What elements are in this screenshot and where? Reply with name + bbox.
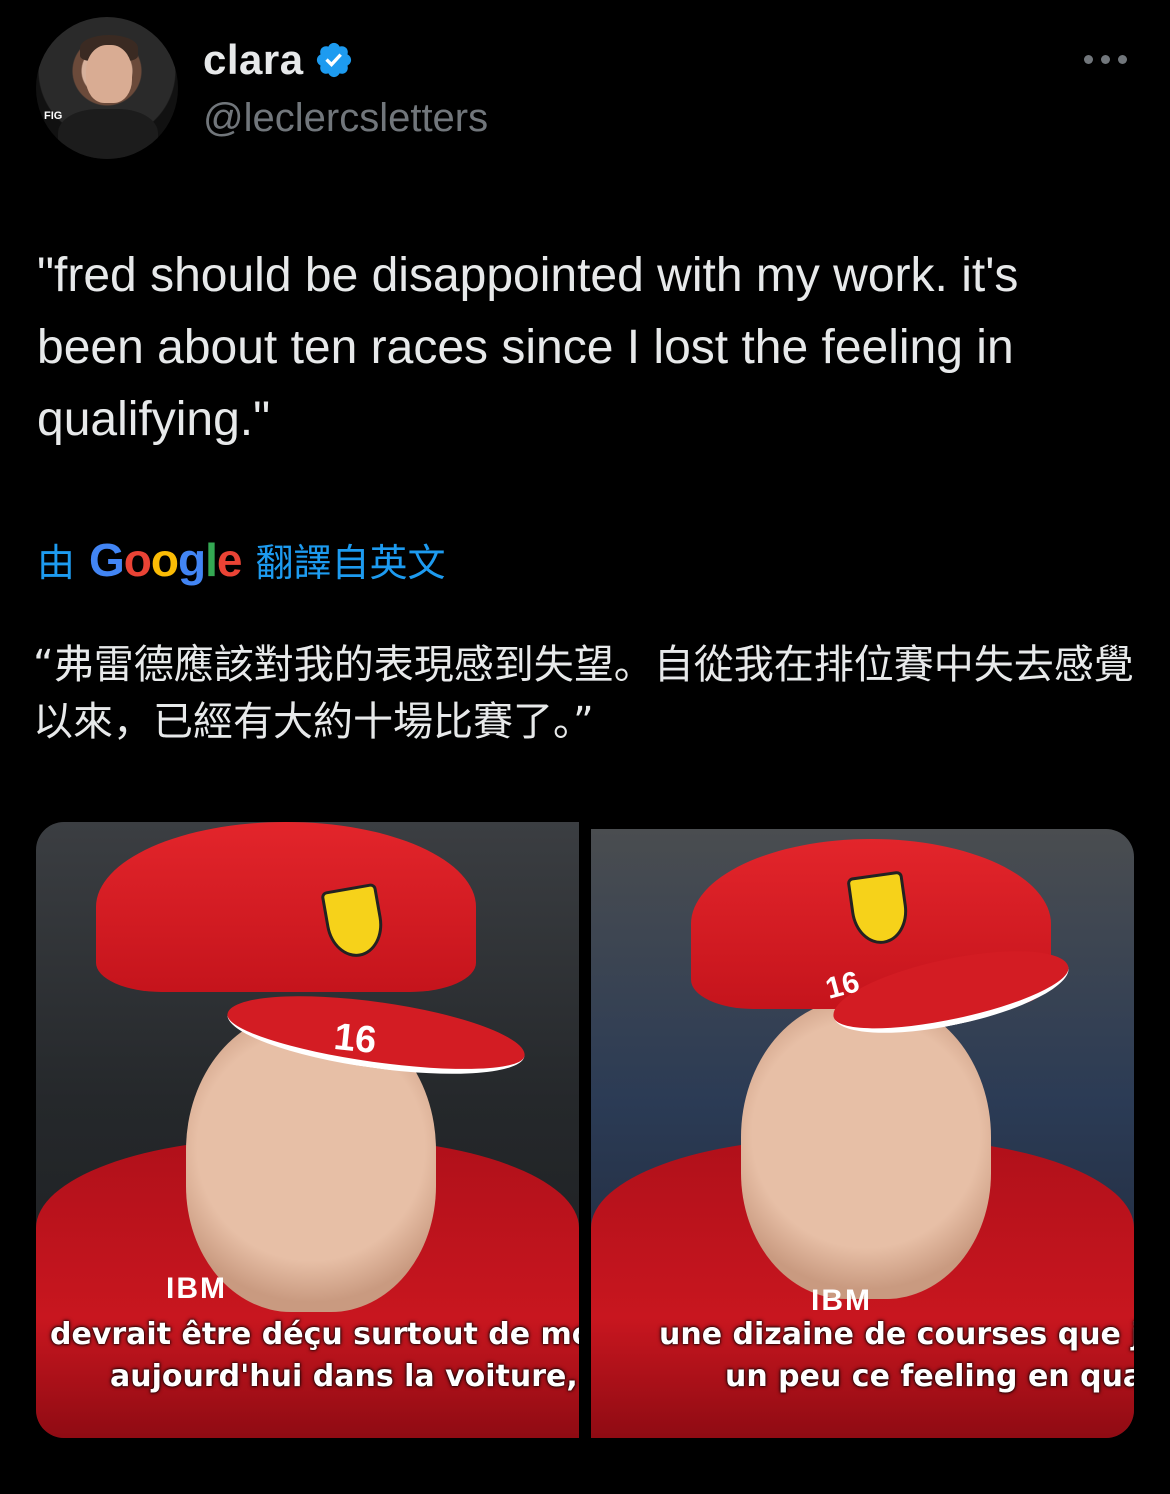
translation-by-label: 由 bbox=[37, 543, 76, 585]
media-image-2[interactable]: 16 IBM une dizaine de courses que j un p… bbox=[591, 829, 1134, 1438]
translation-attribution[interactable]: 由 Google 翻譯自英文 bbox=[37, 532, 446, 587]
more-options-icon[interactable] bbox=[1084, 46, 1132, 72]
subtitle-line-1: une dizaine de courses que j bbox=[659, 1317, 1134, 1352]
tweet-text: "fred should be disappointed with my wor… bbox=[37, 249, 1019, 446]
avatar-body bbox=[58, 109, 158, 159]
chest-logo: IBM bbox=[166, 1272, 227, 1305]
dot-icon bbox=[1118, 54, 1127, 64]
subtitle-line-2: un peu ce feeling en qua bbox=[725, 1359, 1134, 1394]
subtitle-line-2: aujourd'hui dans la voiture, bbox=[110, 1359, 578, 1394]
verified-badge-icon bbox=[316, 42, 351, 78]
author-name[interactable]: clara bbox=[203, 36, 304, 84]
video-subtitle: devrait être déçu surtout de mor aujourd… bbox=[36, 1314, 579, 1398]
cap bbox=[96, 822, 476, 992]
avatar-badge-text: FIG bbox=[44, 110, 63, 122]
translated-text: “弗雷德應該對我的表現感到失望。自從我在排位賽中失去感覺以來，已經有大約十場比賽… bbox=[33, 642, 1134, 745]
media-image-1[interactable]: 16 IBM devrait être déçu surtout de mor … bbox=[36, 822, 579, 1438]
dot-icon bbox=[1084, 54, 1093, 64]
translation-label[interactable]: 翻譯自英文 bbox=[256, 532, 446, 587]
author-handle[interactable]: @leclercsletters bbox=[203, 96, 488, 141]
cap-number: 16 bbox=[331, 1015, 379, 1063]
author-name-row[interactable]: clara bbox=[203, 36, 354, 84]
avatar-face bbox=[86, 45, 132, 103]
google-logo: Google bbox=[89, 533, 242, 586]
person-head bbox=[741, 999, 991, 1299]
video-subtitle: une dizaine de courses que j un peu ce f… bbox=[591, 1314, 1134, 1398]
chest-logo: IBM bbox=[811, 1284, 872, 1317]
subtitle-line-1: devrait être déçu surtout de mor bbox=[50, 1317, 579, 1352]
dot-icon bbox=[1101, 54, 1110, 64]
avatar[interactable]: FIG bbox=[36, 17, 178, 159]
